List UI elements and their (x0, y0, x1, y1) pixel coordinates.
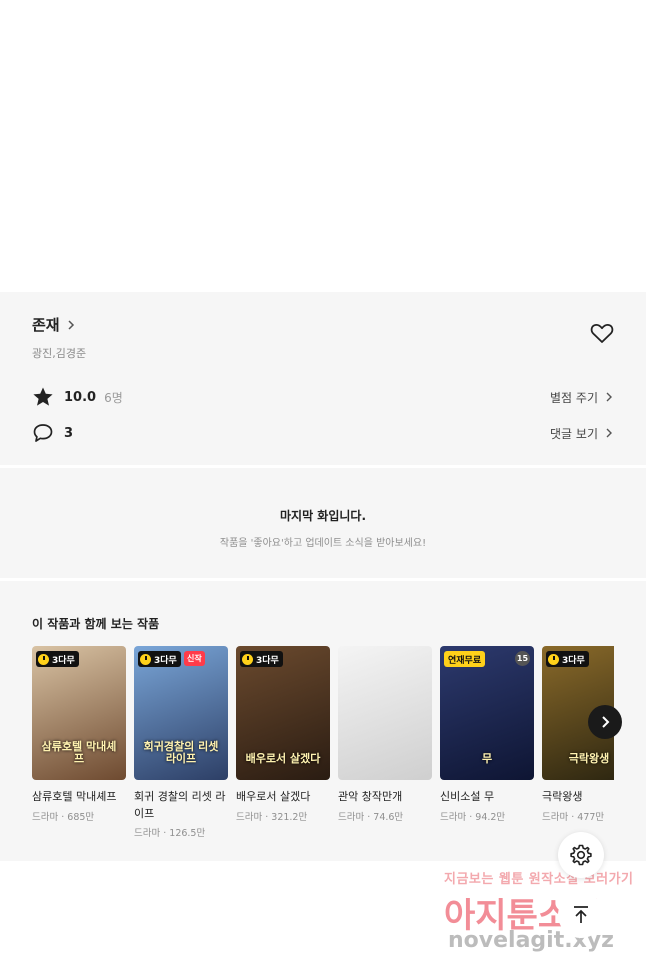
work-authors: 광진,김경준 (32, 347, 87, 360)
rating-row: 10.0 6명 별점 주기 (32, 386, 614, 408)
wait-free-badge: 3다무 (36, 651, 79, 667)
clock-icon (242, 653, 253, 665)
card-title: 신비소설 무 (440, 790, 495, 803)
wait-free-badge: 연재무료 (444, 651, 486, 667)
badge-label: 3다무 (154, 655, 177, 666)
cover-thumbnail: 연재무료 15 무 (440, 646, 534, 780)
badge-label: 3다무 (562, 655, 585, 666)
card-meta: 드라마 · 321.2만 (236, 811, 308, 823)
card-meta: 드라마 · 685만 (32, 811, 95, 823)
chevron-right-icon (602, 716, 610, 728)
comments-count: 3 (64, 425, 74, 441)
cover-title-art: 무 (481, 752, 493, 766)
clock-icon (38, 653, 49, 665)
wait-free-badge: 3다무 (138, 651, 181, 667)
new-badge: 신작 (184, 651, 205, 666)
recommendation-card[interactable]: 관악 창작만개드라마 · 74.6만 (338, 646, 432, 823)
rating-value: 10.0 (64, 389, 97, 405)
card-title: 삼류호텔 막내셰프 (32, 790, 117, 803)
gear-icon (570, 844, 592, 866)
cover-thumbnail: 3다무배우로서 살겠다 (236, 646, 330, 780)
card-meta: 드라마 · 74.6만 (338, 811, 404, 823)
chevron-right-icon (68, 319, 74, 330)
clock-icon (140, 653, 151, 665)
blank-top-area (0, 0, 646, 292)
rate-button[interactable]: 별점 주기 (550, 389, 614, 406)
watermark-line1: 지금보는 웹툰 원작소설 보러가기 (444, 872, 634, 887)
badge-label: 3다무 (256, 655, 279, 666)
card-title: 관악 창작만개 (338, 790, 403, 803)
cover-title-art: 회귀경찰의 리셋라이프 (143, 739, 219, 766)
work-title: 존재 (32, 316, 60, 334)
card-title: 배우로서 살겠다 (236, 790, 311, 803)
card-meta: 드라마 · 126.5만 (134, 828, 206, 839)
heart-icon[interactable] (590, 322, 614, 344)
card-meta: 드라마 · 477만 (542, 811, 605, 823)
cover-thumbnail: 3다무 신작회귀경찰의 리셋라이프 (134, 646, 228, 780)
recommendation-card[interactable]: 3다무 배우로서 살겠다 배우로서 살겠다 드라마 · 321.2만 (236, 646, 330, 823)
recommendation-carousel: 3다무 삼류호텔 막내셰프 삼류호텔 막내셰프 드라마 · 685만 3다무 신작 회귀경찰… (32, 646, 614, 856)
cover-title-art: 극락왕생 (568, 752, 610, 766)
last-episode-title: 마지막 화입니다. (279, 509, 367, 523)
card-title: 회귀 경찰의 리셋 라이프 (134, 790, 226, 820)
last-episode-panel: 마지막 화입니다. 작품을 '좋아요'하고 업데이트 소식을 받아보세요! (0, 468, 646, 578)
comment-icon (33, 424, 53, 442)
work-info-panel: 존재 광진,김경준 10.0 6명 별점 주기 3 댓글 보기 (0, 292, 646, 465)
cover-title-art: 배우로서 살겠다 (245, 752, 321, 766)
recommendation-card[interactable]: 3다무 삼류호텔 막내셰프 삼류호텔 막내셰프 드라마 · 685만 (32, 646, 126, 823)
scroll-top-button[interactable] (558, 892, 604, 938)
clock-icon (548, 653, 559, 665)
wait-free-badge: 3다무 (240, 651, 283, 667)
age-rating-badge: 15 (515, 651, 530, 666)
badge-label: 연재무료 (448, 655, 482, 666)
comments-button-label: 댓글 보기 (550, 426, 598, 441)
cover-title-art: 삼류호텔 막내셰프 (41, 739, 117, 766)
work-title-link[interactable]: 존재 (32, 314, 614, 335)
comments-button[interactable]: 댓글 보기 (550, 425, 614, 442)
star-icon (33, 387, 53, 406)
rate-button-label: 별점 주기 (550, 390, 598, 405)
arrow-up-icon (574, 906, 588, 923)
recommendation-card[interactable]: 3다무 신작회귀경찰의 리셋라이프회귀 경찰의 리셋 라이프드라마 · 126.5… (134, 646, 228, 839)
recommendations-panel: 이 작품과 함께 보는 작품 3다무 삼류호텔 막내셰프 삼류호텔 막내셰프 드라마 … (0, 581, 646, 861)
recommendations-title: 이 작품과 함께 보는 작품 (32, 617, 160, 631)
badge-label: 3다무 (52, 655, 75, 666)
carousel-next-button[interactable] (588, 705, 622, 739)
chevron-right-icon (606, 428, 612, 438)
comments-row: 3 댓글 보기 (32, 422, 614, 444)
card-title: 극락왕생 (542, 790, 583, 803)
card-meta: 드라마 · 94.2만 (440, 811, 506, 823)
watermark: 지금보는 웹툰 원작소설 보러가기 아지툰소설 novelagit.xyz (440, 866, 640, 966)
wait-free-badge: 3다무 (546, 651, 589, 667)
last-episode-subtitle: 작품을 '좋아요'하고 업데이트 소식을 받아보세요! (219, 538, 427, 549)
cover-thumbnail: 3다무삼류호텔 막내셰프 (32, 646, 126, 780)
rating-count: 6명 (104, 390, 123, 405)
settings-button[interactable] (558, 832, 604, 878)
chevron-right-icon (606, 392, 612, 402)
recommendation-card[interactable]: 연재무료 15 무신비소설 무드라마 · 94.2만 (440, 646, 534, 823)
cover-thumbnail (338, 646, 432, 780)
